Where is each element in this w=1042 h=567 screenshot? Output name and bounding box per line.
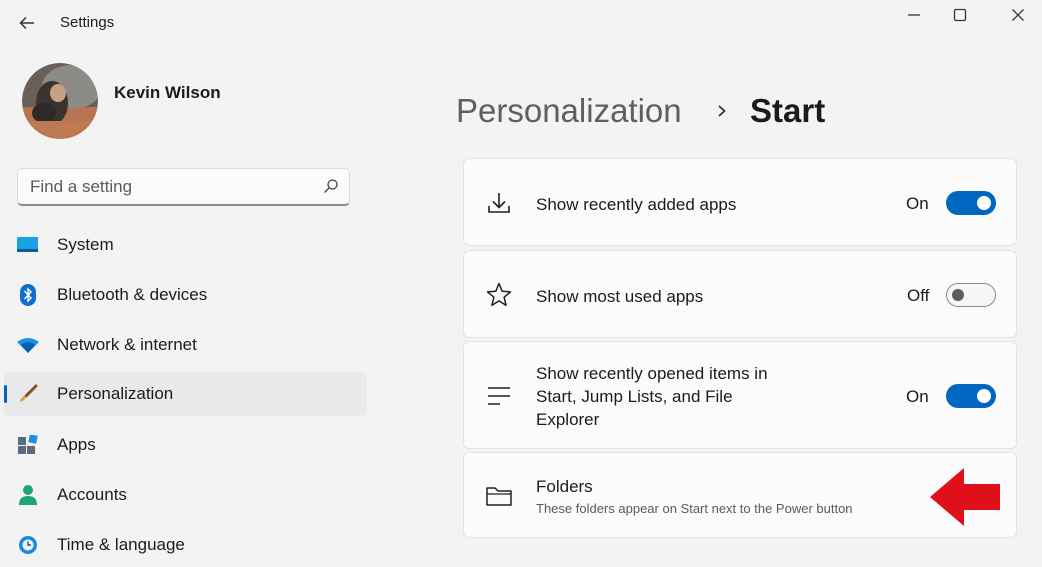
maximize-button[interactable]	[937, 0, 983, 30]
close-icon	[1012, 9, 1024, 21]
setting-card-most-used: Show most used apps Off	[463, 250, 1017, 338]
search-icon[interactable]	[323, 178, 339, 194]
toggle-state-text: On	[906, 387, 929, 406]
sidebar-item-accounts[interactable]: Accounts	[4, 473, 367, 517]
sidebar-item-personalization[interactable]: Personalization	[4, 372, 367, 416]
red-arrow-icon	[928, 466, 1002, 533]
setting-card-recently-added: Show recently added apps On	[463, 158, 1017, 246]
setting-card-recently-opened: Show recently opened items in Start, Jum…	[463, 341, 1017, 449]
sidebar-item-network[interactable]: Network & internet	[4, 323, 367, 367]
list-icon	[484, 381, 514, 411]
search-input[interactable]	[30, 177, 310, 197]
sidebar-item-apps[interactable]: Apps	[4, 423, 367, 467]
toggle-knob	[952, 289, 964, 301]
toggle-switch[interactable]	[946, 191, 996, 215]
minimize-icon	[908, 14, 920, 16]
minimize-button[interactable]	[891, 0, 937, 30]
setting-label: Show recently added apps	[536, 195, 737, 214]
setting-label-line: Explorer	[536, 410, 600, 429]
toggle-knob	[977, 196, 991, 210]
globe-clock-icon	[17, 534, 39, 556]
avatar[interactable]	[22, 63, 98, 139]
back-button[interactable]	[10, 8, 44, 38]
sidebar-item-system[interactable]: System	[4, 223, 367, 267]
avatar-photo	[22, 63, 98, 139]
app-title: Settings	[60, 14, 115, 31]
setting-label: Folders	[536, 477, 593, 496]
sidebar-item-bluetooth[interactable]: Bluetooth & devices	[4, 273, 367, 317]
chevron-right-icon	[715, 100, 729, 127]
accounts-icon	[17, 484, 39, 506]
system-icon	[17, 234, 39, 256]
bluetooth-icon	[17, 284, 39, 306]
sidebar-item-label: Personalization	[57, 384, 174, 403]
search-box[interactable]	[17, 168, 350, 206]
toggle-switch[interactable]	[946, 283, 996, 307]
toggle-state-text: Off	[907, 286, 930, 305]
setting-label-line: Show recently opened items in	[536, 364, 768, 383]
paintbrush-icon	[17, 383, 39, 405]
sidebar-item-label: Network & internet	[57, 335, 197, 354]
star-icon	[484, 280, 514, 310]
close-button[interactable]	[995, 0, 1041, 30]
folder-icon	[484, 481, 514, 511]
sidebar-item-time-language[interactable]: Time & language	[4, 523, 367, 567]
sidebar-item-label: Accounts	[57, 485, 127, 504]
sidebar-item-label: Time & language	[57, 535, 185, 554]
toggle-knob	[977, 389, 991, 403]
page-title: Start	[750, 92, 826, 129]
sidebar-item-label: Apps	[57, 435, 96, 454]
setting-label: Show most used apps	[536, 287, 704, 306]
breadcrumb-parent[interactable]: Personalization	[456, 92, 682, 130]
setting-label: Show recently opened items in Start, Jum…	[536, 362, 768, 431]
toggle-switch[interactable]	[946, 384, 996, 408]
back-arrow-icon	[19, 16, 34, 30]
download-icon	[484, 188, 514, 218]
sidebar-item-label: System	[57, 235, 114, 254]
wifi-icon	[17, 334, 39, 356]
sidebar-item-label: Bluetooth & devices	[57, 285, 208, 304]
toggle-state-text: On	[906, 194, 929, 213]
setting-description: These folders appear on Start next to th…	[536, 501, 853, 516]
maximize-icon	[953, 8, 967, 22]
user-name: Kevin Wilson	[114, 83, 221, 102]
apps-icon	[17, 434, 39, 456]
setting-label-line: Start, Jump Lists, and File	[536, 387, 733, 406]
selection-indicator	[4, 385, 7, 403]
